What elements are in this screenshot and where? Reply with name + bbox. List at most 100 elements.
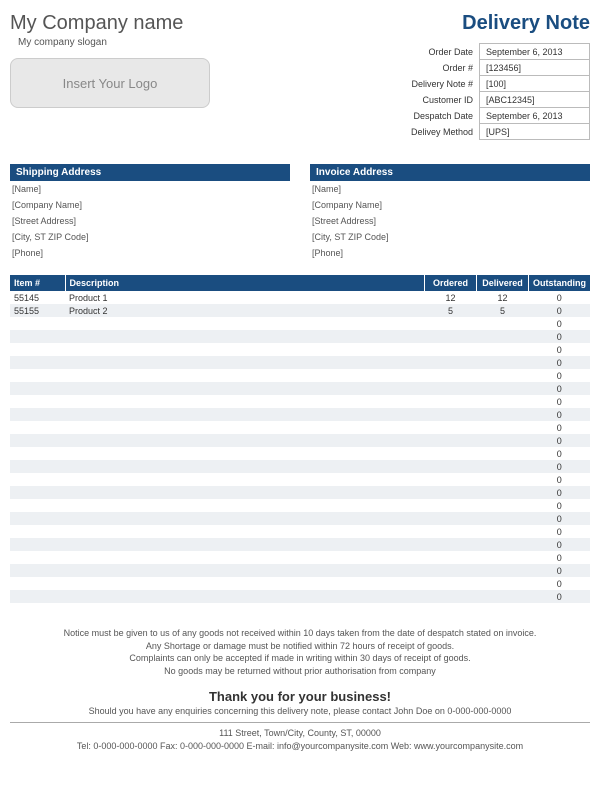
cell-ordered[interactable] <box>425 447 477 460</box>
order-date-value[interactable]: September 6, 2013 <box>480 44 590 60</box>
cell-outstanding[interactable]: 0 <box>529 538 591 551</box>
cell-desc[interactable] <box>65 564 425 577</box>
cell-outstanding[interactable]: 0 <box>529 473 591 486</box>
cell-ordered[interactable] <box>425 551 477 564</box>
cell-delivered[interactable] <box>477 512 529 525</box>
cell-outstanding[interactable]: 0 <box>529 512 591 525</box>
cell-desc[interactable] <box>65 317 425 330</box>
cell-item[interactable] <box>10 486 65 499</box>
cell-desc[interactable] <box>65 421 425 434</box>
cell-ordered[interactable] <box>425 538 477 551</box>
cell-desc[interactable] <box>65 460 425 473</box>
cell-item[interactable] <box>10 564 65 577</box>
cell-item[interactable] <box>10 356 65 369</box>
cell-desc[interactable] <box>65 382 425 395</box>
order-num-value[interactable]: [123456] <box>480 60 590 76</box>
cell-ordered[interactable]: 5 <box>425 304 477 317</box>
cell-ordered[interactable] <box>425 512 477 525</box>
cell-delivered[interactable] <box>477 369 529 382</box>
cell-outstanding[interactable]: 0 <box>529 525 591 538</box>
cell-desc[interactable] <box>65 408 425 421</box>
cell-delivered[interactable]: 5 <box>477 304 529 317</box>
cell-desc[interactable] <box>65 538 425 551</box>
cell-outstanding[interactable]: 0 <box>529 369 591 382</box>
cell-outstanding[interactable]: 0 <box>529 590 591 603</box>
cell-desc[interactable] <box>65 434 425 447</box>
cell-delivered[interactable] <box>477 551 529 564</box>
cell-delivered[interactable] <box>477 590 529 603</box>
cell-item[interactable] <box>10 551 65 564</box>
cell-ordered[interactable] <box>425 382 477 395</box>
cell-delivered[interactable] <box>477 538 529 551</box>
cell-item[interactable]: 55145 <box>10 291 65 304</box>
cell-outstanding[interactable]: 0 <box>529 395 591 408</box>
cell-delivered[interactable] <box>477 499 529 512</box>
cell-ordered[interactable] <box>425 473 477 486</box>
cell-item[interactable] <box>10 408 65 421</box>
cell-desc[interactable] <box>65 369 425 382</box>
cell-desc[interactable]: Product 2 <box>65 304 425 317</box>
cell-outstanding[interactable]: 0 <box>529 499 591 512</box>
cell-outstanding[interactable]: 0 <box>529 317 591 330</box>
logo-placeholder[interactable]: Insert Your Logo <box>10 58 210 108</box>
cell-ordered[interactable] <box>425 525 477 538</box>
cell-delivered[interactable] <box>477 421 529 434</box>
cell-ordered[interactable] <box>425 395 477 408</box>
cell-ordered[interactable] <box>425 421 477 434</box>
cell-delivered[interactable] <box>477 343 529 356</box>
cell-desc[interactable] <box>65 551 425 564</box>
cell-delivered[interactable] <box>477 564 529 577</box>
cell-delivered[interactable] <box>477 317 529 330</box>
cell-item[interactable] <box>10 538 65 551</box>
cell-ordered[interactable] <box>425 590 477 603</box>
cell-delivered[interactable] <box>477 408 529 421</box>
cell-outstanding[interactable]: 0 <box>529 356 591 369</box>
cell-ordered[interactable] <box>425 343 477 356</box>
cell-ordered[interactable]: 12 <box>425 291 477 304</box>
cell-desc[interactable]: Product 1 <box>65 291 425 304</box>
cell-outstanding[interactable]: 0 <box>529 330 591 343</box>
cell-ordered[interactable] <box>425 460 477 473</box>
cell-outstanding[interactable]: 0 <box>529 577 591 590</box>
cell-item[interactable] <box>10 317 65 330</box>
cell-outstanding[interactable]: 0 <box>529 460 591 473</box>
cell-item[interactable]: 55155 <box>10 304 65 317</box>
cell-delivered[interactable] <box>477 525 529 538</box>
cell-delivered[interactable] <box>477 577 529 590</box>
cell-item[interactable] <box>10 434 65 447</box>
cell-desc[interactable] <box>65 486 425 499</box>
cell-outstanding[interactable]: 0 <box>529 291 591 304</box>
cell-ordered[interactable] <box>425 434 477 447</box>
cell-delivered[interactable] <box>477 486 529 499</box>
cell-desc[interactable] <box>65 577 425 590</box>
cell-outstanding[interactable]: 0 <box>529 408 591 421</box>
cell-delivered[interactable] <box>477 395 529 408</box>
cell-outstanding[interactable]: 0 <box>529 421 591 434</box>
cell-item[interactable] <box>10 499 65 512</box>
delivery-note-value[interactable]: [100] <box>480 76 590 92</box>
cell-item[interactable] <box>10 395 65 408</box>
cell-ordered[interactable] <box>425 317 477 330</box>
cell-delivered[interactable] <box>477 382 529 395</box>
cell-delivered[interactable] <box>477 447 529 460</box>
cell-desc[interactable] <box>65 447 425 460</box>
cell-outstanding[interactable]: 0 <box>529 382 591 395</box>
cell-item[interactable] <box>10 447 65 460</box>
cell-item[interactable] <box>10 369 65 382</box>
cell-delivered[interactable] <box>477 330 529 343</box>
cell-desc[interactable] <box>65 395 425 408</box>
cell-desc[interactable] <box>65 473 425 486</box>
cell-outstanding[interactable]: 0 <box>529 447 591 460</box>
cell-ordered[interactable] <box>425 486 477 499</box>
cell-ordered[interactable] <box>425 330 477 343</box>
cell-outstanding[interactable]: 0 <box>529 551 591 564</box>
cell-desc[interactable] <box>65 330 425 343</box>
cell-item[interactable] <box>10 343 65 356</box>
delivery-method-value[interactable]: [UPS] <box>480 124 590 140</box>
cell-item[interactable] <box>10 590 65 603</box>
cell-item[interactable] <box>10 525 65 538</box>
cell-outstanding[interactable]: 0 <box>529 343 591 356</box>
cell-item[interactable] <box>10 473 65 486</box>
cell-desc[interactable] <box>65 525 425 538</box>
despatch-date-value[interactable]: September 6, 2013 <box>480 108 590 124</box>
